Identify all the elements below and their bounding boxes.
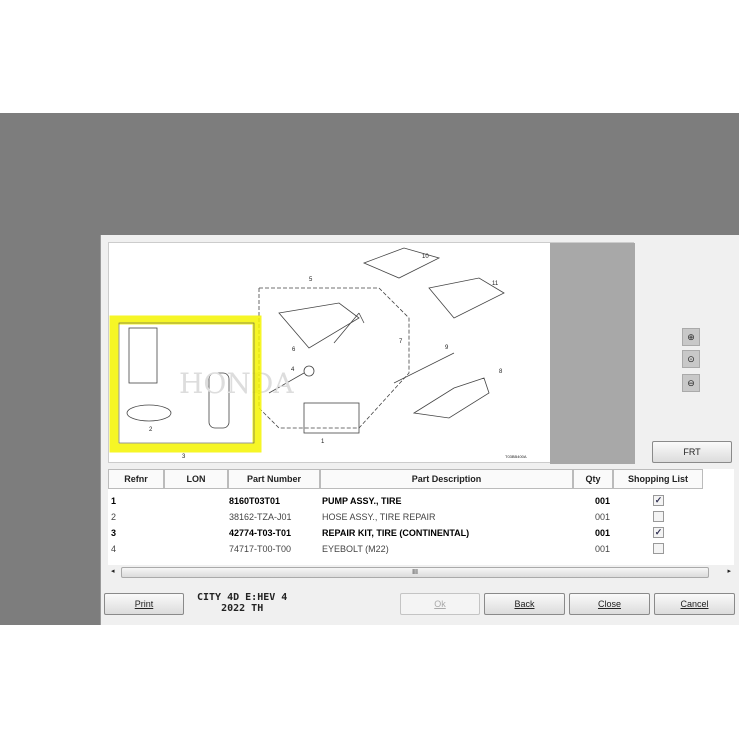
refnr: 4	[111, 544, 117, 554]
table-row[interactable]: 1 8160T03T01 PUMP ASSY., TIRE 001 ✓	[108, 493, 708, 509]
scroll-left-arrow[interactable]: ◂	[111, 567, 115, 575]
zoom-in-button[interactable]: ⊕	[682, 328, 700, 346]
col-part-number[interactable]: Part Number	[228, 469, 320, 489]
shopping-list-checkbox[interactable]: ✓	[653, 495, 664, 506]
shopping-list-checkbox[interactable]	[653, 543, 664, 554]
diagram-drawing: HONDA 1 2 3 4 5 6 7 8 9 10 11 T03BB400A	[109, 247, 527, 460]
part-number: 74717-T00-T00	[229, 544, 292, 554]
part-number: 8160T03T01	[229, 496, 281, 506]
col-lon[interactable]: LON	[164, 469, 228, 489]
qty: 001	[595, 544, 611, 554]
callout-2: 2	[149, 427, 153, 433]
callout-9: 9	[445, 345, 449, 351]
callout-5: 5	[309, 277, 313, 283]
part-description: REPAIR KIT, TIRE (CONTINENTAL)	[322, 528, 470, 538]
vehicle-model: CITY 4D E:HEV 4 2022 TH	[197, 592, 287, 614]
col-qty[interactable]: Qty	[573, 469, 613, 489]
model-line-1: CITY 4D E:HEV 4	[197, 592, 288, 603]
table-row[interactable]: 2 38162-TZA-J01 HOSE ASSY., TIRE REPAIR …	[108, 509, 708, 525]
part-number: 38162-TZA-J01	[229, 512, 292, 522]
part-description: EYEBOLT (M22)	[322, 544, 389, 554]
callout-7: 7	[399, 339, 403, 345]
frt-button[interactable]: FRT	[652, 441, 732, 463]
col-part-description[interactable]: Part Description	[320, 469, 573, 489]
qty: 001	[595, 496, 611, 506]
callout-4: 4	[291, 367, 295, 373]
refnr: 2	[111, 512, 117, 522]
callout-6: 6	[292, 347, 296, 353]
close-button[interactable]: Close	[569, 593, 650, 615]
col-refnr[interactable]: Refnr	[108, 469, 164, 489]
table-row[interactable]: 3 42774-T03-T01 REPAIR KIT, TIRE (CONTIN…	[108, 525, 708, 541]
ok-button[interactable]: Ok	[400, 593, 480, 615]
part-number: 42774-T03-T01	[229, 528, 292, 538]
callout-1: 1	[321, 439, 325, 445]
shopping-list-checkbox[interactable]: ✓	[653, 527, 664, 538]
callout-8: 8	[499, 369, 503, 375]
zoom-fit-button[interactable]: ⊙	[682, 350, 700, 368]
model-line-2: 2022 TH	[221, 603, 264, 614]
callout-11: 11	[492, 281, 499, 287]
callout-10: 10	[422, 254, 429, 260]
refnr: 3	[111, 528, 117, 538]
zoom-in-icon: ⊕	[687, 331, 695, 342]
shopping-list-checkbox[interactable]	[653, 511, 664, 522]
back-button[interactable]: Back	[484, 593, 565, 615]
qty: 001	[595, 528, 611, 538]
diagram-code: T03BB400A	[505, 454, 527, 459]
scrollbar-thumb[interactable]: III	[121, 567, 709, 578]
honda-watermark: HONDA	[179, 367, 294, 400]
cancel-button[interactable]: Cancel	[654, 593, 735, 615]
col-shopping-list[interactable]: Shopping List	[613, 469, 703, 489]
callout-3: 3	[182, 454, 186, 460]
horizontal-scrollbar[interactable]: ◂ III ▸	[108, 566, 734, 580]
zoom-fit-icon: ⊙	[687, 353, 695, 364]
table-row[interactable]: 4 74717-T00-T00 EYEBOLT (M22) 001	[108, 541, 708, 557]
parts-dialog: HONDA 1 2 3 4 5 6 7 8 9 10 11 T03BB400A …	[100, 235, 739, 625]
qty: 001	[595, 512, 611, 522]
part-description: PUMP ASSY., TIRE	[322, 496, 402, 506]
zoom-out-button[interactable]: ⊖	[682, 374, 700, 392]
print-button[interactable]: Print	[104, 593, 184, 615]
scroll-right-arrow[interactable]: ▸	[727, 567, 731, 575]
diagram-margin	[550, 243, 635, 464]
parts-diagram: HONDA 1 2 3 4 5 6 7 8 9 10 11 T03BB400A	[108, 242, 635, 464]
refnr: 1	[111, 496, 117, 506]
part-description: HOSE ASSY., TIRE REPAIR	[322, 512, 436, 522]
parts-table: Refnr LON Part Number Part Description Q…	[108, 469, 734, 565]
zoom-out-icon: ⊖	[687, 377, 695, 388]
